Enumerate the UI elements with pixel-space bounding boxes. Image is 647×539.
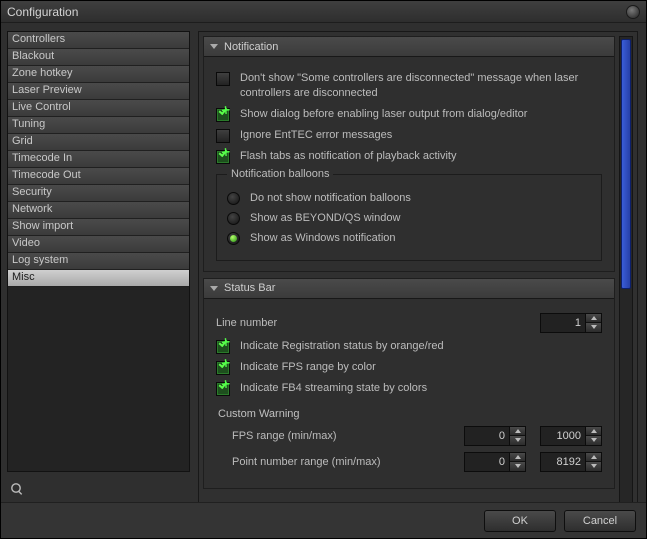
section-statusbar: Status Bar Line number [203, 278, 615, 489]
section-header-notification[interactable]: Notification [204, 37, 614, 57]
checkbox-flash-tabs-label: Flash tabs as notification of playback a… [240, 149, 456, 164]
sidebar-item-tuning[interactable]: Tuning [8, 117, 189, 134]
radio-balloon-label-0: Do not show notification balloons [250, 192, 411, 204]
section-title: Notification [224, 41, 278, 53]
scrollbar-thumb[interactable] [621, 39, 631, 289]
line-number-spinner[interactable] [540, 313, 602, 333]
radio-balloon-2[interactable] [227, 232, 240, 245]
sidebar-item-log-system[interactable]: Log system [8, 253, 189, 270]
spin-down[interactable] [510, 436, 525, 445]
footer: OK Cancel [1, 502, 646, 538]
fps-range-label: FPS range (min/max) [232, 430, 337, 442]
sidebar-item-timecode-in[interactable]: Timecode In [8, 151, 189, 168]
sidebar-item-misc[interactable]: Misc [8, 270, 189, 287]
sidebar-item-security[interactable]: Security [8, 185, 189, 202]
group-notification-balloons: Notification balloons Do not show notifi… [216, 174, 602, 261]
line-number-label: Line number [216, 317, 277, 329]
fps-max-spinner[interactable] [540, 426, 602, 446]
checkbox-disconnected-label: Don't show "Some controllers are disconn… [240, 71, 602, 101]
search-icon[interactable] [11, 483, 21, 493]
spin-up[interactable] [510, 453, 525, 463]
spin-down[interactable] [586, 323, 601, 332]
spin-down[interactable] [510, 462, 525, 471]
main-panel: Notification Don't show "Some controller… [196, 23, 646, 502]
scrollbar-vertical[interactable] [619, 36, 633, 502]
checkbox-fps-range-label: Indicate FPS range by color [240, 360, 376, 375]
checkbox-ignore-enttec[interactable] [216, 129, 230, 143]
group-title: Notification balloons [227, 168, 333, 180]
line-number-input[interactable] [541, 314, 585, 332]
sidebar-item-grid[interactable]: Grid [8, 134, 189, 151]
config-window: Configuration ControllersBlackoutZone ho… [0, 0, 647, 539]
titlebar-button[interactable] [626, 5, 640, 19]
checkbox-reg-status[interactable] [216, 340, 230, 354]
radio-balloon-label-1: Show as BEYOND/QS window [250, 212, 400, 224]
sidebar-item-blackout[interactable]: Blackout [8, 49, 189, 66]
sidebar-item-network[interactable]: Network [8, 202, 189, 219]
radio-balloon-0[interactable] [227, 192, 240, 205]
fps-min-spinner[interactable] [464, 426, 526, 446]
cancel-button[interactable]: Cancel [564, 510, 636, 532]
window-body: ControllersBlackoutZone hotkeyLaser Prev… [1, 23, 646, 502]
ok-button[interactable]: OK [484, 510, 556, 532]
radio-balloon-1[interactable] [227, 212, 240, 225]
radio-balloon-label-2: Show as Windows notification [250, 232, 396, 244]
sidebar-item-controllers[interactable]: Controllers [8, 32, 189, 49]
spin-up[interactable] [510, 427, 525, 437]
checkbox-fb4-stream-label: Indicate FB4 streaming state by colors [240, 381, 427, 396]
pnr-max-spinner[interactable] [540, 452, 602, 472]
sidebar: ControllersBlackoutZone hotkeyLaser Prev… [1, 23, 196, 502]
sidebar-item-video[interactable]: Video [8, 236, 189, 253]
collapse-icon [210, 286, 218, 291]
fps-max-input[interactable] [541, 427, 585, 445]
sidebar-item-laser-preview[interactable]: Laser Preview [8, 83, 189, 100]
sidebar-item-timecode-out[interactable]: Timecode Out [8, 168, 189, 185]
checkbox-ignore-enttec-label: Ignore EntTEC error messages [240, 128, 392, 143]
checkbox-flash-tabs[interactable] [216, 150, 230, 164]
spin-down[interactable] [586, 436, 601, 445]
spin-up[interactable] [586, 314, 601, 324]
sidebar-search-row [7, 478, 190, 498]
checkbox-dialog-enable[interactable] [216, 108, 230, 122]
settings-panel: Notification Don't show "Some controller… [198, 31, 638, 502]
pnr-max-input[interactable] [541, 453, 585, 471]
sidebar-item-show-import[interactable]: Show import [8, 219, 189, 236]
custom-warning-title: Custom Warning [218, 408, 602, 420]
section-title: Status Bar [224, 282, 275, 294]
checkbox-disconnected[interactable] [216, 72, 230, 86]
spin-down[interactable] [586, 462, 601, 471]
settings-scroll-area: Notification Don't show "Some controller… [203, 36, 615, 502]
window-title: Configuration [7, 5, 78, 19]
checkbox-fb4-stream[interactable] [216, 382, 230, 396]
titlebar: Configuration [1, 1, 646, 23]
sidebar-list: ControllersBlackoutZone hotkeyLaser Prev… [7, 31, 190, 472]
sidebar-item-zone-hotkey[interactable]: Zone hotkey [8, 66, 189, 83]
fps-min-input[interactable] [465, 427, 509, 445]
checkbox-dialog-enable-label: Show dialog before enabling laser output… [240, 107, 527, 122]
sidebar-item-live-control[interactable]: Live Control [8, 100, 189, 117]
spin-up[interactable] [586, 427, 601, 437]
pnr-label: Point number range (min/max) [232, 456, 381, 468]
checkbox-fps-range[interactable] [216, 361, 230, 375]
section-header-statusbar[interactable]: Status Bar [204, 279, 614, 299]
collapse-icon [210, 44, 218, 49]
spin-up[interactable] [586, 453, 601, 463]
section-notification: Notification Don't show "Some controller… [203, 36, 615, 272]
pnr-min-spinner[interactable] [464, 452, 526, 472]
checkbox-reg-status-label: Indicate Registration status by orange/r… [240, 339, 444, 354]
pnr-min-input[interactable] [465, 453, 509, 471]
